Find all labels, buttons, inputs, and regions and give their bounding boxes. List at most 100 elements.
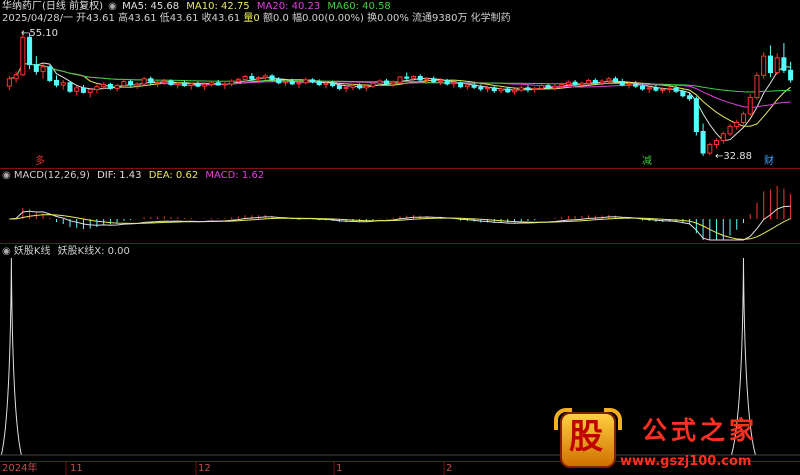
yaoguk-value: 妖股K线X: 0.00 [57, 246, 130, 257]
turnover-info: 换0.00% 流通9380万 化学制药 [367, 13, 511, 24]
candle [397, 75, 403, 84]
candle [761, 52, 767, 79]
candle [747, 94, 753, 116]
volume-info: 量0 [243, 13, 260, 24]
high-price-value: 55.10 [29, 28, 59, 39]
candle [666, 86, 672, 93]
axis-label: 1 [336, 463, 343, 474]
candle [525, 85, 531, 93]
candle [653, 85, 659, 92]
candle [87, 88, 93, 98]
candle [47, 65, 53, 83]
candle [633, 81, 639, 88]
candle [754, 72, 760, 100]
candle [606, 77, 612, 84]
candle [458, 81, 464, 89]
candle [774, 53, 780, 75]
candle [262, 73, 268, 80]
tag-right: 财 [764, 156, 774, 167]
watermark-name: 公式之家 [642, 416, 759, 445]
candle [767, 45, 773, 78]
panel-separator-price [0, 168, 800, 169]
candle [114, 83, 120, 92]
macd-panel [9, 186, 792, 241]
ma10-label: MA10: 42.75 [186, 1, 250, 12]
candle [343, 85, 349, 93]
candle [67, 81, 73, 93]
ma5-label: MA5: 45.68 [122, 1, 180, 12]
ohlc-info: 2025/04/28/一 开43.61 高43.61 低43.61 收43.61 [2, 13, 241, 24]
candle [222, 82, 228, 89]
candle [518, 85, 524, 92]
candlesticks [6, 30, 794, 156]
candle [707, 142, 713, 156]
candle [491, 86, 497, 93]
low-price-mark: ←32.88 [715, 151, 752, 163]
candle [316, 79, 322, 87]
candle [511, 88, 518, 95]
candle [33, 56, 39, 75]
high-price-mark: ←55.10 [21, 28, 58, 40]
amount-info: 额0.0 [262, 13, 289, 24]
candle [107, 82, 113, 91]
settings-icon[interactable]: ◉ [108, 1, 117, 12]
candle [532, 86, 538, 93]
ma-line [9, 62, 791, 142]
info-row: 2025/04/28/一 开43.61 高43.61 低43.61 收43.61… [2, 13, 511, 25]
candle [309, 78, 315, 84]
candle [417, 74, 423, 82]
candle [599, 79, 605, 86]
candle [572, 79, 578, 87]
candle [188, 82, 194, 90]
axis-label: 11 [70, 463, 83, 474]
tag-left: 多 [35, 156, 45, 167]
stock-chart [0, 30, 800, 475]
settings-icon[interactable]: ◉ [2, 246, 11, 257]
change-info: 幅0.00(0.00%) [292, 13, 364, 24]
time-axis [65, 462, 445, 475]
candle [148, 76, 154, 85]
dif-label: DIF: 1.43 [97, 170, 142, 181]
watermark-url: www.gszj100.com [620, 454, 752, 469]
macd-title[interactable]: MACD(12,26,9) [14, 170, 90, 181]
candle [788, 61, 794, 83]
yaoguk-header: ◉ 妖股K线 妖股K线X: 0.00 [2, 246, 130, 258]
candle [74, 86, 80, 96]
candle [60, 79, 66, 90]
candle [646, 86, 652, 93]
yaoguk-spike [0, 257, 22, 456]
ma60-label: MA60: 40.58 [327, 1, 391, 12]
candle [80, 85, 86, 94]
low-price-value: 32.88 [723, 151, 753, 162]
panel-separator-macd [0, 243, 800, 244]
candle [303, 77, 309, 85]
candle [141, 77, 147, 86]
macd-value-label: MACD: 1.62 [205, 170, 265, 181]
candle [740, 111, 747, 125]
candle [202, 83, 208, 91]
candle [552, 84, 558, 91]
candle [714, 138, 720, 149]
stock-title[interactable]: 华纳药厂(日线 前复权) [2, 1, 103, 12]
axis-label: 12 [198, 463, 211, 474]
candle [384, 78, 390, 86]
candle [693, 96, 699, 136]
candle [619, 78, 625, 87]
candle [404, 72, 410, 80]
candle [734, 119, 740, 130]
candle [700, 123, 706, 156]
axis-label: 2024年 [2, 463, 38, 474]
moving-average-lines [9, 62, 791, 142]
candle [613, 76, 619, 83]
macd-header: ◉ MACD(12,26,9) DIF: 1.43 DEA: 0.62 MACD… [2, 170, 264, 182]
candle [134, 82, 140, 89]
watermark: 股 公式之家 www.gszj100.com [554, 408, 798, 472]
candle [53, 75, 60, 88]
axis-label: 2 [446, 463, 453, 474]
candle [195, 81, 201, 88]
settings-icon[interactable]: ◉ [2, 170, 11, 181]
yaoguk-title[interactable]: 妖股K线 [14, 246, 51, 257]
candle [727, 124, 733, 137]
candle [781, 43, 787, 74]
candle [471, 82, 477, 89]
